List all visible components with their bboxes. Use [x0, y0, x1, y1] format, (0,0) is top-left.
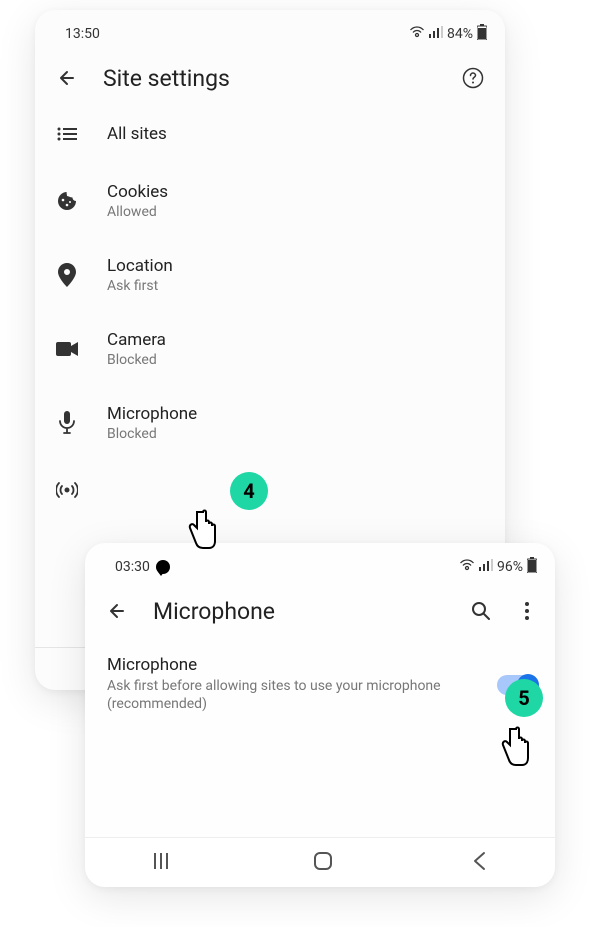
- more-button[interactable]: [517, 597, 537, 625]
- signal-icon: [429, 26, 443, 42]
- android-nav-bar: [85, 837, 555, 887]
- page-title: Microphone: [153, 598, 445, 625]
- status-time: 03:30: [115, 559, 150, 575]
- battery-percent: 96%: [497, 559, 523, 575]
- help-button[interactable]: [459, 64, 487, 92]
- signal-icon: [479, 559, 493, 575]
- home-button[interactable]: [313, 851, 333, 875]
- battery-percent: 84%: [447, 26, 473, 42]
- setting-status: Blocked: [107, 426, 197, 442]
- search-button[interactable]: [467, 597, 495, 625]
- setting-label: Camera: [107, 330, 166, 350]
- app-bar: Microphone: [85, 585, 555, 637]
- setting-label: All sites: [107, 124, 167, 144]
- nav-back-button[interactable]: [472, 851, 486, 875]
- status-bar: 03:30 96%: [85, 543, 555, 585]
- setting-all-sites[interactable]: All sites: [35, 104, 505, 164]
- pointer-hand-icon: [498, 725, 532, 771]
- microphone-card: 03:30 96% Microphone Mi: [85, 543, 555, 887]
- step-badge-5: 5: [505, 679, 543, 717]
- back-button[interactable]: [53, 64, 81, 92]
- location-icon: [55, 263, 79, 287]
- status-time: 13:50: [65, 26, 100, 42]
- setting-status: Blocked: [107, 352, 166, 368]
- list-icon: [55, 122, 79, 146]
- app-bar: Site settings: [35, 52, 505, 104]
- step-badge-4: 4: [230, 472, 268, 510]
- messenger-icon: [156, 560, 170, 574]
- mic-setting-title: Microphone: [107, 655, 481, 675]
- microphone-toggle-setting: Microphone Ask first before allowing sit…: [85, 637, 555, 731]
- back-button[interactable]: [103, 597, 131, 625]
- sensor-icon: [55, 478, 79, 502]
- recent-apps-button[interactable]: [154, 853, 174, 873]
- battery-icon: [477, 24, 487, 44]
- pointer-hand-icon: [185, 508, 219, 554]
- setting-item-partial[interactable]: [35, 460, 505, 520]
- wifi-icon: [459, 559, 475, 575]
- camera-icon: [55, 337, 79, 361]
- setting-label: Microphone: [107, 404, 197, 424]
- setting-label: Location: [107, 256, 173, 276]
- setting-camera[interactable]: Camera Blocked: [35, 312, 505, 386]
- page-title: Site settings: [103, 65, 437, 92]
- cookie-icon: [55, 189, 79, 213]
- setting-status: Ask first: [107, 278, 173, 294]
- battery-icon: [527, 557, 537, 577]
- setting-label: Cookies: [107, 182, 168, 202]
- setting-cookies[interactable]: Cookies Allowed: [35, 164, 505, 238]
- setting-status: Allowed: [107, 204, 168, 220]
- setting-location[interactable]: Location Ask first: [35, 238, 505, 312]
- setting-microphone[interactable]: Microphone Blocked: [35, 386, 505, 460]
- status-bar: 13:50 84%: [35, 10, 505, 52]
- microphone-icon: [55, 411, 79, 435]
- wifi-icon: [409, 26, 425, 42]
- mic-setting-desc: Ask first before allowing sites to use y…: [107, 677, 481, 713]
